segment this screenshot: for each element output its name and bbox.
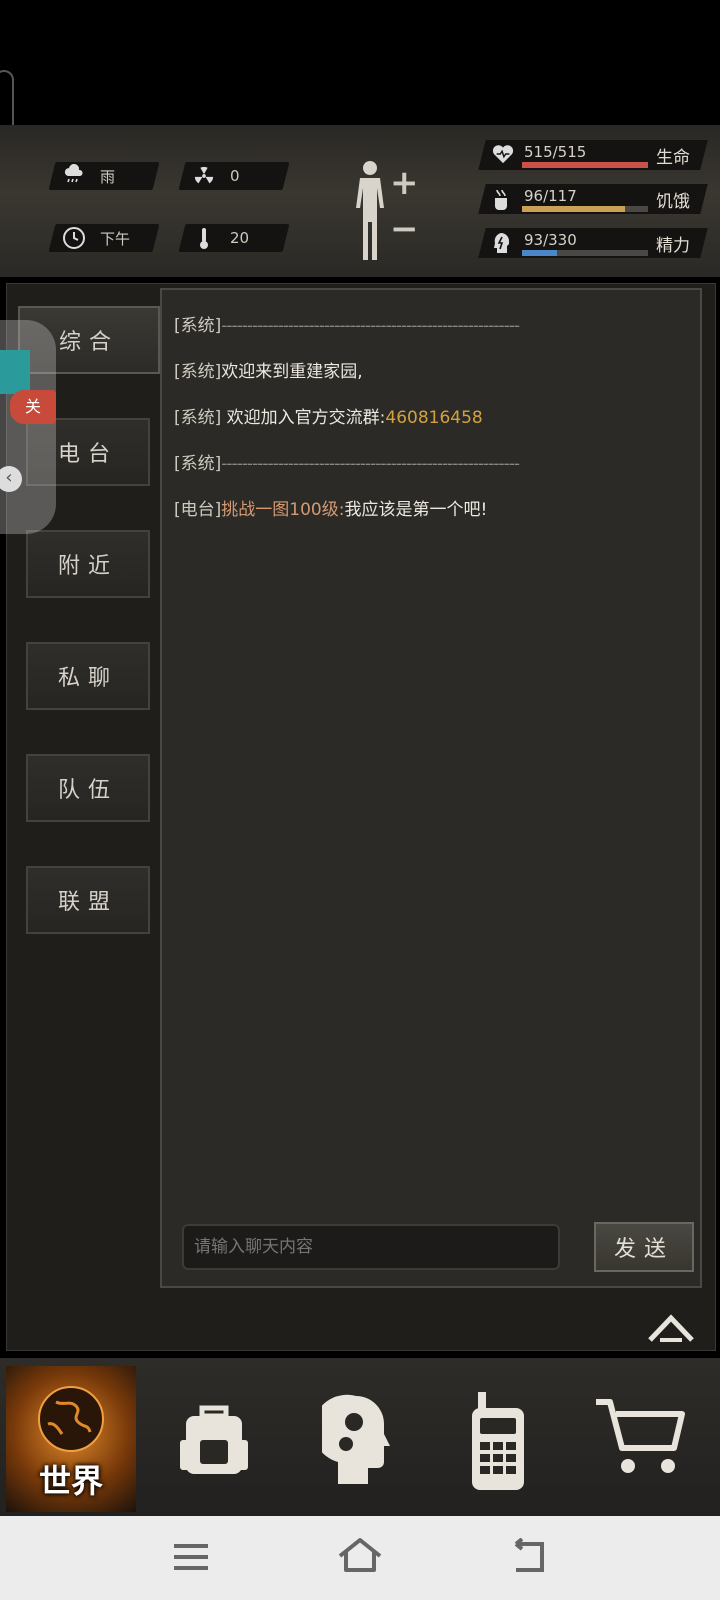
message-channel-tag: [系统]	[174, 362, 222, 382]
human-body-icon	[356, 161, 384, 260]
weather-indicator: 雨	[48, 162, 160, 190]
message-text: 挑战一图100级:	[221, 500, 345, 520]
send-button[interactable]: 发送	[594, 1222, 694, 1272]
tab-alliance[interactable]: 联盟	[26, 866, 150, 934]
hunger-bar-fill	[522, 206, 626, 212]
health-value: 515/515	[524, 143, 587, 161]
chat-message: [系统]------------------------------------…	[174, 312, 674, 340]
globe-icon	[38, 1386, 104, 1452]
walkie-talkie-icon	[472, 1392, 524, 1490]
thermometer-icon	[192, 226, 216, 250]
temperature-value: 20	[230, 229, 250, 247]
chat-message-area[interactable]: [系统]------------------------------------…	[160, 288, 702, 1288]
chat-message: [系统] 欢迎加入官方交流群:460816458	[174, 404, 674, 432]
message-text: ----------------------------------------…	[221, 316, 520, 336]
message-channel-tag: [电台]	[174, 500, 222, 520]
message-text: 欢迎加入官方交流群:	[221, 408, 386, 428]
health-label: 生命	[656, 148, 690, 168]
time-of-day-text: 下午	[100, 229, 131, 248]
nav-world-label: 世界	[38, 1462, 103, 1500]
chevron-up-icon[interactable]	[646, 1310, 696, 1346]
plus-icon[interactable]: +	[390, 166, 419, 200]
radiation-value: 0	[230, 167, 240, 185]
energy-value: 93/330	[524, 231, 577, 249]
message-text: 460816458	[385, 408, 483, 428]
health-bar-fill	[522, 162, 648, 168]
back-icon[interactable]	[508, 1538, 548, 1574]
clock-icon	[62, 226, 86, 250]
energy-bar-fill	[522, 250, 558, 256]
chat-message: [电台]挑战一图100级:我应该是第一个吧!	[174, 496, 674, 524]
chat-input[interactable]	[182, 1224, 560, 1270]
tab-team[interactable]: 队伍	[26, 754, 150, 822]
time-indicator: 下午	[48, 224, 160, 252]
message-text: 欢迎来到重建家园,	[221, 362, 363, 382]
hunger-bar	[522, 206, 648, 212]
message-text: 我应该是第一个吧!	[344, 500, 488, 520]
hunger-label: 饥饿	[656, 192, 690, 212]
message-text: ----------------------------------------…	[221, 454, 520, 474]
character-body-button[interactable]: + −	[350, 160, 430, 260]
stat-health: 515/515 生命	[478, 140, 708, 170]
chat-message: [系统]欢迎来到重建家园,	[174, 358, 674, 386]
radiation-icon	[192, 164, 216, 188]
radiation-indicator: 0	[178, 162, 290, 190]
rain-cloud-icon	[62, 164, 86, 188]
stat-energy: 93/330 精力	[478, 228, 708, 259]
energy-label: 精力	[656, 236, 690, 256]
temperature-indicator: 20	[178, 224, 290, 252]
nav-radio[interactable]	[440, 1366, 570, 1512]
message-channel-tag: [系统]	[174, 408, 222, 428]
floating-close-badge[interactable]: 关	[10, 390, 56, 424]
shopping-cart-icon	[596, 1399, 685, 1473]
status-bar	[0, 0, 720, 125]
home-icon[interactable]	[336, 1536, 384, 1574]
message-list: [系统]------------------------------------…	[174, 312, 674, 542]
minus-icon[interactable]: −	[390, 212, 419, 246]
hunger-value: 96/117	[524, 187, 577, 205]
head-gears-icon	[322, 1394, 390, 1484]
weather-text: 雨	[100, 167, 116, 186]
tab-private[interactable]: 私聊	[26, 642, 150, 710]
system-nav-bar	[0, 1516, 720, 1600]
food-icon	[492, 188, 510, 215]
nav-shop[interactable]	[584, 1366, 714, 1512]
nav-skills[interactable]	[294, 1366, 424, 1512]
menu-icon[interactable]	[172, 1542, 210, 1572]
nav-backpack[interactable]	[150, 1366, 280, 1512]
nav-world[interactable]: 世界	[6, 1366, 136, 1512]
health-bar	[522, 162, 648, 168]
energy-head-icon	[492, 232, 510, 259]
chat-message: [系统]------------------------------------…	[174, 450, 674, 478]
floating-app-icon[interactable]	[0, 350, 30, 394]
message-channel-tag: [系统]	[174, 316, 222, 336]
tab-nearby[interactable]: 附近	[26, 530, 150, 598]
message-channel-tag: [系统]	[174, 454, 222, 474]
stat-hunger: 96/117 饥饿	[478, 184, 708, 215]
backpack-icon	[180, 1405, 248, 1474]
energy-bar	[522, 250, 648, 256]
heart-pulse-icon	[492, 144, 514, 169]
